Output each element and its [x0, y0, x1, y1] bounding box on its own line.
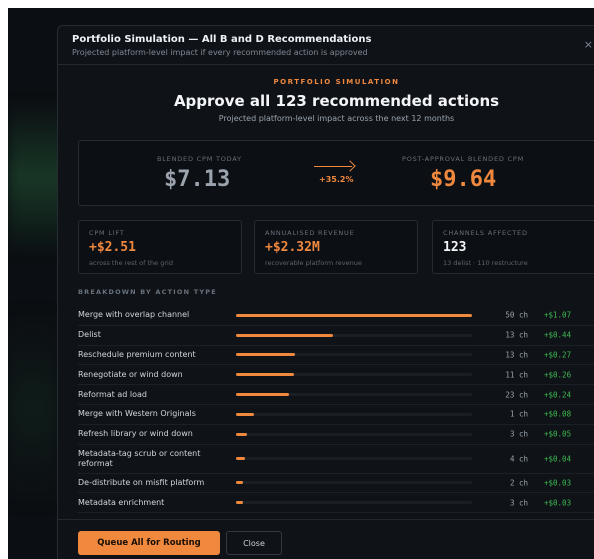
breakdown-row: Reschedule premium content 13 ch +$0.27 — [78, 346, 594, 366]
revenue-value: +$1.07 — [544, 310, 572, 320]
share-bar-fill — [236, 457, 245, 461]
share-bar-track — [236, 457, 472, 461]
action-type-label: Merge with Western Originals — [78, 409, 196, 419]
action-type-label: Renegotiate or wind down — [78, 369, 183, 379]
action-type-label: Reschedule premium content — [78, 349, 196, 359]
action-type-label: Reformat ad load — [78, 389, 147, 399]
channel-count: 4 ch — [509, 454, 528, 464]
channel-count: 11 ch — [505, 370, 528, 380]
portfolio-simulation-modal: Portfolio Simulation — All B and D Recom… — [57, 25, 594, 559]
share-bar-fill — [236, 412, 254, 416]
channel-count: 3 ch — [509, 498, 528, 508]
share-bar-fill — [236, 393, 290, 397]
breakdown-row: Metadata-tag scrub or content reformat 4 … — [78, 445, 594, 474]
revenue-value: +$0.44 — [544, 330, 572, 340]
breakdown-row: Delist 13 ch +$0.44 — [78, 326, 594, 346]
channel-count: 23 ch — [505, 390, 528, 400]
channel-count: 2 ch — [509, 478, 528, 488]
cpm-today-label: BLENDED CPM TODAY — [157, 155, 242, 163]
stat-label: CHANNELS AFFECTED — [443, 229, 528, 237]
breakdown-row: De-distribute on misfit platform 2 ch +$0.… — [78, 474, 594, 494]
revenue-value: +$0.03 — [544, 478, 572, 488]
revenue-value: +$0.24 — [544, 390, 572, 400]
stat-value: +$2.51 — [89, 240, 136, 255]
action-type-label: De-distribute on misfit platform — [78, 477, 205, 487]
share-bar-track — [236, 353, 472, 357]
channel-count: 1 ch — [509, 409, 528, 419]
share-bar-track — [236, 393, 472, 397]
share-bar-fill — [236, 481, 243, 485]
channel-count: 3 ch — [509, 429, 528, 439]
modal-header: Portfolio Simulation — All B and D Recom… — [58, 26, 594, 65]
breakdown-row: Metadata enrichment 3 ch +$0.03 — [78, 493, 594, 514]
share-bar-track — [236, 501, 472, 505]
hero-subhead: Projected platform-level impact across t… — [218, 114, 455, 123]
close-button[interactable]: Close — [226, 531, 282, 555]
stat-value: 123 — [443, 240, 467, 255]
action-type-label: Delist — [78, 330, 101, 340]
share-bar-track — [236, 333, 472, 337]
revenue-value: +$0.04 — [544, 454, 572, 464]
share-bar-fill — [236, 432, 248, 436]
cpm-after-label: POST-APPROVAL BLENDED CPM — [402, 155, 525, 163]
cpm-change-percent: +35.2% — [319, 175, 354, 184]
breakdown-row: Merge with overlap channel 50 ch +$1.07 — [78, 306, 594, 326]
channel-count: 13 ch — [505, 350, 528, 360]
queue-all-button[interactable]: Queue All for Routing — [78, 531, 220, 555]
stat-card-annualised-revenue: ANNUALISED REVENUE +$2.32M recoverable p… — [254, 220, 418, 274]
share-bar-fill — [236, 333, 333, 337]
action-type-label: Metadata enrichment — [78, 497, 165, 507]
stat-note: recoverable platform revenue — [265, 259, 362, 267]
stat-value: +$2.32M — [265, 240, 320, 255]
share-bar-fill — [236, 313, 472, 317]
stat-note: across the rest of the grid — [89, 259, 173, 267]
channel-count: 50 ch — [505, 310, 528, 320]
hero-headline: Approve all 123 recommended actions — [173, 92, 500, 110]
stat-label: CPM LIFT — [89, 229, 125, 237]
breakdown-row: Reformat ad load 23 ch +$0.24 — [78, 385, 594, 405]
share-bar-fill — [236, 373, 294, 377]
cpm-after-value: $9.64 — [430, 167, 497, 192]
revenue-value: +$0.03 — [544, 498, 572, 508]
revenue-value: +$0.05 — [544, 429, 572, 439]
backdrop-glow-lower — [8, 308, 58, 508]
revenue-value: +$0.27 — [544, 350, 572, 360]
stat-card-channels-affected: CHANNELS AFFECTED 123 13 delist · 110 re… — [432, 220, 594, 274]
channel-count: 13 ch — [505, 330, 528, 340]
breakdown-list: Merge with overlap channel 50 ch +$1.07 Del… — [78, 306, 594, 514]
stat-note: 13 delist · 110 restructure — [443, 259, 528, 267]
share-bar-track — [236, 481, 472, 485]
share-bar-track — [236, 313, 472, 317]
breakdown-row: Refresh library or wind down 3 ch +$0.05 — [78, 425, 594, 445]
share-bar-fill — [236, 353, 295, 357]
breakdown-title: BREAKDOWN BY ACTION TYPE — [78, 288, 217, 296]
action-type-label: Refresh library or wind down — [78, 429, 193, 439]
breakdown-row: Merge with Western Originals 1 ch +$0.08 — [78, 405, 594, 425]
share-bar-fill — [236, 501, 243, 505]
stat-card-cpm-lift: CPM LIFT +$2.51 across the rest of the g… — [78, 220, 242, 274]
action-type-label: Metadata-tag scrub or content reformat — [78, 448, 201, 468]
action-type-label: Merge with overlap channel — [78, 310, 190, 320]
revenue-value: +$0.08 — [544, 409, 572, 419]
close-icon[interactable]: × — [584, 38, 593, 51]
hero-kicker: PORTFOLIO SIMULATION — [273, 78, 400, 86]
modal-title: Portfolio Simulation — All B and D Recom… — [72, 34, 372, 45]
share-bar-track — [236, 432, 472, 436]
breakdown-row: Renegotiate or wind down 11 ch +$0.26 — [78, 365, 594, 386]
modal-footer: Queue All for Routing Close — [58, 519, 594, 559]
cpm-today-value: $7.13 — [164, 167, 231, 192]
revenue-value: +$0.26 — [544, 370, 572, 380]
share-bar-track — [236, 373, 472, 377]
share-bar-track — [236, 412, 472, 416]
cpm-comparison-card: BLENDED CPM TODAY $7.13 +35.2% POST-APPR… — [78, 140, 594, 206]
stat-label: ANNUALISED REVENUE — [265, 229, 355, 237]
modal-subtitle: Projected platform-level impact if every… — [72, 48, 368, 57]
